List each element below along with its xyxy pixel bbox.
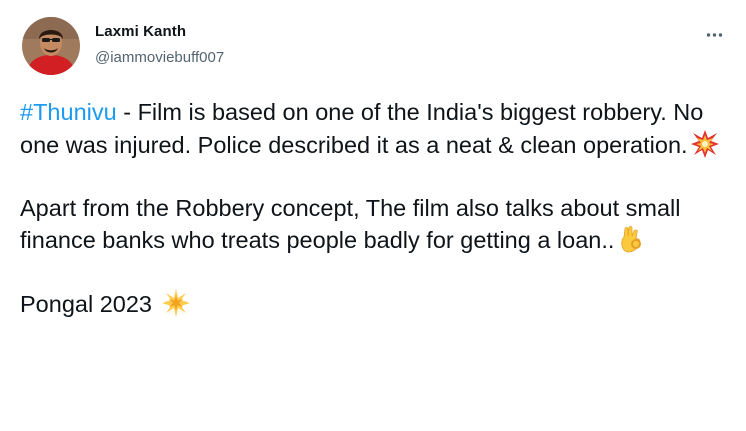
paragraph-text: Apart from the Robbery concept, The film… (20, 194, 681, 254)
tweet-paragraph: Pongal 2023 (20, 288, 736, 321)
more-horizontal-icon (706, 33, 723, 37)
tweet-card: Laxmi Kanth @iammoviebuff007 #Thunivu - … (0, 0, 746, 431)
more-options-button[interactable] (699, 20, 733, 50)
tweet-text: #Thunivu - Film is based on one of the I… (20, 97, 736, 321)
glowing-star-emoji-icon (161, 288, 191, 318)
tweet-paragraph: #Thunivu - Film is based on one of the I… (20, 97, 736, 161)
author-name[interactable]: Laxmi Kanth (95, 23, 186, 40)
collision-emoji-icon (690, 129, 720, 159)
avatar[interactable] (22, 17, 80, 75)
author-handle[interactable]: @iammoviebuff007 (95, 49, 224, 66)
hashtag-link[interactable]: #Thunivu (20, 99, 117, 125)
paragraph-text: Pongal 2023 (20, 291, 159, 317)
ok-hand-emoji-icon (616, 224, 646, 254)
tweet-paragraph: Apart from the Robbery concept, The film… (20, 193, 736, 257)
avatar-image (22, 17, 80, 75)
paragraph-text: - Film is based on one of the India's bi… (20, 99, 704, 158)
